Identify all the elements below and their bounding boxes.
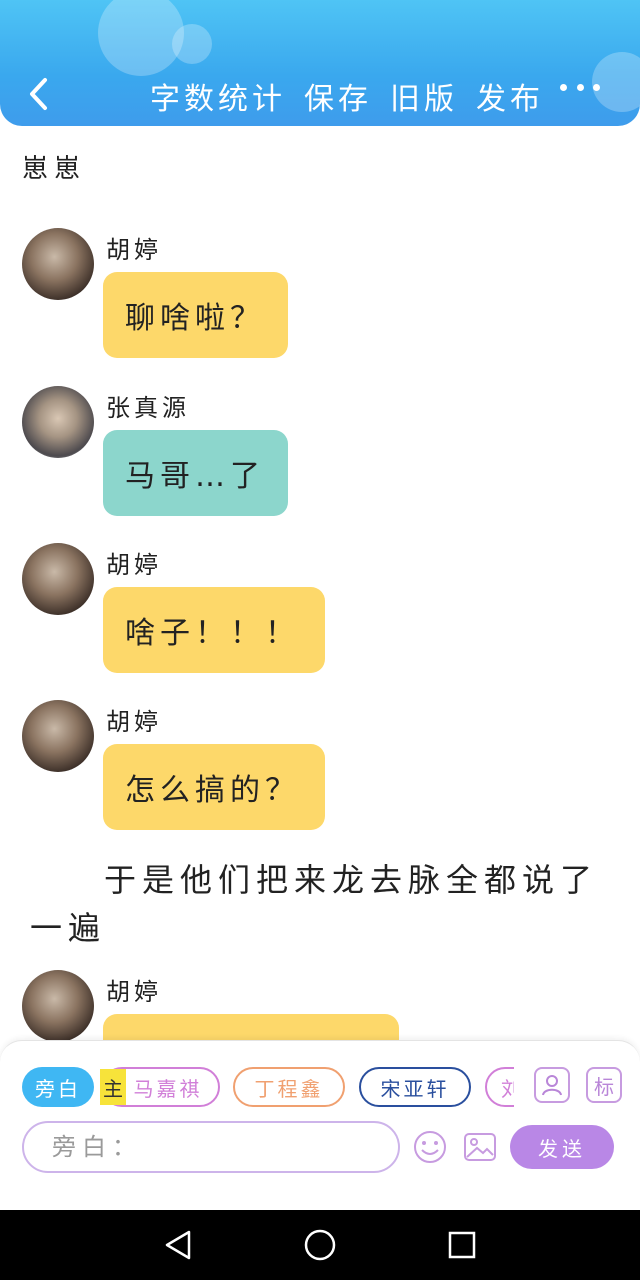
decorative-bubble	[172, 24, 212, 64]
nav-recents-button[interactable]	[444, 1227, 480, 1263]
role-chip-ding-chengxin[interactable]: 丁程鑫	[233, 1067, 345, 1107]
avatar[interactable]	[22, 970, 94, 1040]
narration-text[interactable]: 于是他们把来龙去脉全都说了一遍	[30, 856, 600, 952]
message-bubble[interactable]: 啥子！！！	[103, 587, 325, 673]
image-button[interactable]	[462, 1129, 498, 1165]
chat-message[interactable]: 胡婷 啥子！！！	[22, 543, 622, 675]
more-dot	[593, 83, 600, 91]
decorative-bubble	[98, 0, 184, 76]
smile-icon	[414, 1131, 446, 1163]
sender-name: 胡婷	[106, 708, 162, 736]
sender-name: 张真源	[106, 394, 190, 422]
character-icon[interactable]	[534, 1067, 570, 1103]
word-count-button[interactable]: 字数统计	[150, 74, 286, 118]
message-input-container	[22, 1121, 400, 1173]
avatar[interactable]	[22, 386, 94, 458]
save-button[interactable]: 保存	[304, 74, 372, 118]
chevron-left-icon	[30, 78, 47, 110]
avatar[interactable]	[22, 700, 94, 772]
back-button[interactable]	[18, 72, 58, 116]
message-bubble[interactable]: 马哥…了	[103, 430, 288, 516]
sender-name: 胡婷	[106, 236, 162, 264]
more-dot	[576, 83, 584, 91]
chat-message[interactable]: 张真源 马哥…了	[22, 386, 622, 518]
message-bubble[interactable]: 怎么搞的？	[103, 744, 325, 830]
message-input[interactable]	[52, 1133, 372, 1161]
role-chip-narrator[interactable]: 旁白	[22, 1067, 94, 1107]
publish-button[interactable]: 发布	[476, 74, 544, 118]
square-recents-icon	[448, 1231, 476, 1259]
more-dot	[560, 83, 567, 91]
avatar[interactable]	[22, 228, 94, 300]
sender-name: 胡婷	[106, 978, 162, 1006]
image-icon	[464, 1133, 496, 1161]
triangle-back-icon	[165, 1230, 191, 1260]
role-chip-liu[interactable]: 刘	[485, 1067, 514, 1107]
mark-button[interactable]: 标	[586, 1067, 622, 1103]
more-options-button[interactable]	[560, 74, 600, 100]
nav-back-button[interactable]	[160, 1227, 196, 1263]
chat-message[interactable]: 胡婷 怎么搞的？	[22, 700, 622, 832]
message-bubble[interactable]	[103, 1014, 399, 1040]
avatar[interactable]	[22, 543, 94, 615]
message-bubble[interactable]: 聊啥啦？	[103, 272, 288, 358]
header-actions: 字数统计 保存 旧版 发布	[150, 74, 562, 118]
emoji-button[interactable]	[412, 1129, 448, 1165]
nav-home-button[interactable]	[302, 1227, 338, 1263]
role-chip-song-yaxuan[interactable]: 宋亚轩	[359, 1067, 471, 1107]
system-nav-bar	[0, 1210, 640, 1280]
old-version-button[interactable]: 旧版	[390, 74, 458, 118]
sender-name: 胡婷	[106, 551, 162, 579]
person-icon	[542, 1075, 562, 1096]
role-selector: 旁白 主 马嘉祺 丁程鑫 宋亚轩 刘	[22, 1067, 514, 1109]
circle-home-icon	[304, 1229, 336, 1261]
send-button[interactable]: 发送	[510, 1125, 614, 1169]
chat-message[interactable]: 胡婷 聊啥啦？	[22, 228, 622, 360]
document-title: 崽崽	[22, 154, 87, 184]
main-role-tag: 主	[100, 1069, 126, 1105]
top-bar: 字数统计 保存 旧版 发布	[0, 0, 640, 126]
chat-message[interactable]: 胡婷	[22, 970, 622, 1040]
composer-panel: 旁白 主 马嘉祺 丁程鑫 宋亚轩 刘 标 发送	[0, 1040, 640, 1210]
